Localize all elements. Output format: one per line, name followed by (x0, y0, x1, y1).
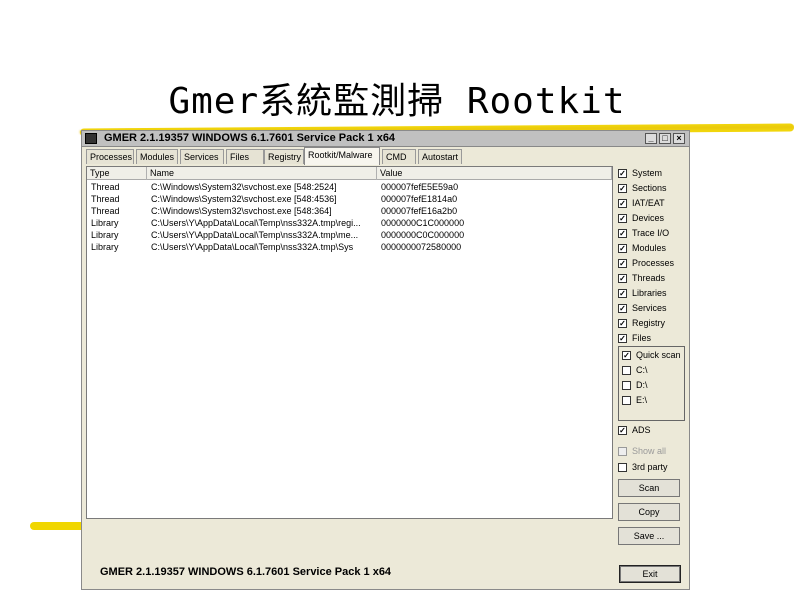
cell-value: 0000000C1C000000 (381, 218, 465, 228)
option-label: D:\ (636, 380, 648, 390)
option-label: Threads (632, 273, 666, 283)
cell-name: C:\Users\Y\AppData\Local\Temp\nss332A.tm… (151, 218, 361, 228)
option-label: Trace I/O (632, 228, 670, 238)
cell-type: Thread (91, 194, 120, 204)
copy-button[interactable]: Copy (618, 503, 680, 521)
checkbox[interactable]: ✓ (618, 199, 627, 208)
checkbox[interactable] (618, 463, 627, 472)
table-row[interactable]: Library C:\Users\Y\AppData\Local\Temp\ns… (87, 229, 612, 241)
cell-type: Library (91, 242, 119, 252)
title-bar[interactable]: GMER 2.1.19357 WINDOWS 6.1.7601 Service … (82, 131, 689, 147)
checkbox[interactable]: ✓ (618, 229, 627, 238)
close-button[interactable]: × (673, 133, 685, 144)
tab-rootkit-malware[interactable]: Rootkit/Malware (304, 147, 380, 165)
minimize-button[interactable]: _ (645, 133, 657, 144)
column-name[interactable]: Name (147, 167, 377, 180)
checkbox[interactable]: ✓ (618, 244, 627, 253)
exit-button[interactable]: Exit (619, 565, 681, 583)
scan-button[interactable]: Scan (618, 479, 680, 497)
window-title: GMER 2.1.19357 WINDOWS 6.1.7601 Service … (104, 132, 396, 144)
column-value[interactable]: Value (377, 167, 612, 180)
cell-type: Library (91, 218, 119, 228)
tab-services[interactable]: Services (180, 149, 224, 164)
cell-type: Thread (91, 206, 120, 216)
tab-registry[interactable]: Registry (264, 149, 304, 164)
table-row[interactable]: Library C:\Users\Y\AppData\Local\Temp\ns… (87, 217, 612, 229)
tab-processes[interactable]: Processes (86, 149, 134, 164)
option-label: C:\ (636, 365, 648, 375)
option-label: IAT/EAT (632, 198, 665, 208)
option-label: Services (632, 303, 667, 313)
table-row[interactable]: Thread C:\Windows\System32\svchost.exe [… (87, 205, 612, 217)
tab-modules[interactable]: Modules (136, 149, 178, 164)
checkbox[interactable]: ✓ (618, 274, 627, 283)
drive-selection-box: ✓ Quick scan C:\ D:\ E:\ (618, 346, 685, 421)
status-text: GMER 2.1.19357 WINDOWS 6.1.7601 Service … (100, 566, 392, 578)
checkbox[interactable]: ✓ (618, 304, 627, 313)
option-label: Processes (632, 258, 675, 268)
option-label: System (632, 168, 663, 178)
status-bar: GMER 2.1.19357 WINDOWS 6.1.7601 Service … (86, 562, 689, 588)
checkbox (618, 447, 627, 456)
option-label: Files (632, 333, 652, 343)
checkbox[interactable] (622, 381, 631, 390)
cell-name: C:\Users\Y\AppData\Local\Temp\nss332A.tm… (151, 242, 354, 252)
gmer-window: GMER 2.1.19357 WINDOWS 6.1.7601 Service … (81, 130, 690, 590)
tab-cmd[interactable]: CMD (382, 149, 416, 164)
checkbox[interactable]: ✓ (618, 169, 627, 178)
cell-name: C:\Windows\System32\svchost.exe [548:252… (151, 182, 337, 192)
cell-value: 000007fefE16a2b0 (381, 206, 458, 216)
option-label: E:\ (636, 395, 648, 405)
option-label: Devices (632, 213, 665, 223)
maximize-button[interactable]: □ (659, 133, 671, 144)
option-label: Quick scan (636, 350, 681, 360)
cell-value: 000007fefE1814a0 (381, 194, 458, 204)
checkbox[interactable]: ✓ (618, 184, 627, 193)
cell-name: C:\Users\Y\AppData\Local\Temp\nss332A.tm… (151, 230, 359, 240)
checkbox[interactable]: ✓ (618, 334, 627, 343)
checkbox[interactable]: ✓ (618, 259, 627, 268)
options-panel: ✓ System ✓ Sections ✓ IAT/EAT ✓ Devices ✓ Tra… (616, 166, 688, 586)
option-label: 3rd party (632, 462, 668, 472)
slide-title: Gmer系統監測掃 Rootkit (168, 81, 626, 122)
table-row[interactable]: Thread C:\Windows\System32\svchost.exe [… (87, 181, 612, 193)
checkbox[interactable]: ✓ (622, 351, 631, 360)
tab-autostart[interactable]: Autostart (418, 149, 462, 164)
cell-name: C:\Windows\System32\svchost.exe [548:364… (151, 206, 332, 216)
tab-files[interactable]: Files (226, 149, 264, 164)
cell-value: 0000000072580000 (381, 242, 462, 252)
option-label: Modules (632, 243, 667, 253)
option-label: Sections (632, 183, 667, 193)
gmer-app-icon (85, 133, 97, 144)
option-label: Registry (632, 318, 666, 328)
cell-name: C:\Windows\System32\svchost.exe [548:453… (151, 194, 337, 204)
cell-type: Library (91, 230, 119, 240)
column-type[interactable]: Type (87, 167, 147, 180)
checkbox[interactable]: ✓ (618, 319, 627, 328)
table-row[interactable]: Thread C:\Windows\System32\svchost.exe [… (87, 193, 612, 205)
cell-type: Thread (91, 182, 120, 192)
results-list[interactable]: Type Name Value Thread C:\Windows\System… (86, 166, 613, 519)
option-label: ADS (632, 425, 651, 435)
checkbox[interactable] (622, 366, 631, 375)
cell-value: 0000000C0C000000 (381, 230, 465, 240)
option-label: Libraries (632, 288, 667, 298)
checkbox[interactable]: ✓ (618, 426, 627, 435)
save-button[interactable]: Save ... (618, 527, 680, 545)
checkbox[interactable] (622, 396, 631, 405)
list-header: Type Name Value (87, 167, 612, 180)
table-row[interactable]: Library C:\Users\Y\AppData\Local\Temp\ns… (87, 241, 612, 253)
checkbox[interactable]: ✓ (618, 289, 627, 298)
checkbox[interactable]: ✓ (618, 214, 627, 223)
option-label: Show all (632, 446, 667, 456)
cell-value: 000007fefE5E59a0 (381, 182, 459, 192)
